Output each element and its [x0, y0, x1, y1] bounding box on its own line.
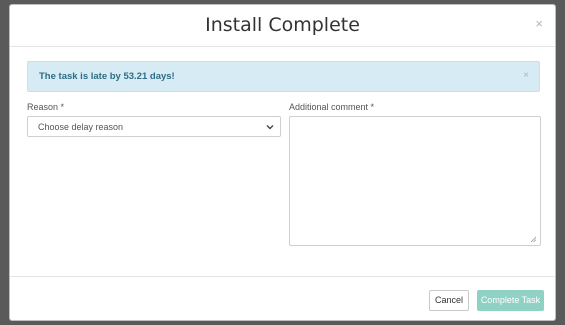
dialog-title: Install Complete [205, 14, 360, 36]
late-task-alert: The task is late by 53.21 days! × [27, 61, 540, 92]
resize-grip-icon[interactable] [530, 236, 536, 242]
additional-comment-textarea[interactable] [289, 116, 541, 246]
chevron-down-icon [266, 125, 274, 130]
dialog-footer: Cancel Complete Task [10, 276, 555, 322]
reason-select[interactable]: Choose delay reason [27, 116, 281, 137]
install-complete-dialog: Install Complete × The task is late by 5… [9, 4, 556, 321]
reason-select-value: Choose delay reason [38, 122, 124, 132]
cancel-button[interactable]: Cancel [429, 290, 469, 311]
dialog-header: Install Complete × [10, 5, 555, 47]
complete-task-button[interactable]: Complete Task [477, 290, 544, 311]
reason-label: Reason * [27, 102, 65, 112]
additional-comment-label: Additional comment * [289, 102, 375, 112]
alert-close-icon[interactable]: × [523, 71, 529, 81]
alert-message: The task is late by 53.21 days! [39, 71, 175, 82]
close-dialog-icon[interactable]: × [535, 17, 543, 30]
